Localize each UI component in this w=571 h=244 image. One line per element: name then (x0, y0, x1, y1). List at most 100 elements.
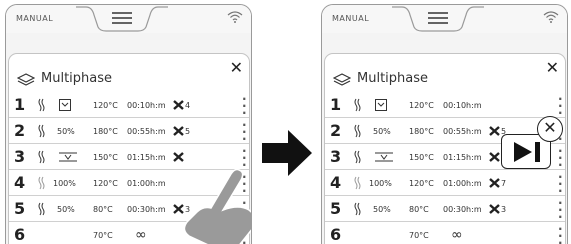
hand-pointer-icon (183, 168, 251, 244)
duration: 01:15h:m (127, 153, 166, 162)
fan-icon (173, 152, 184, 162)
phase-row[interactable]: 5 50% 80°C 00:30h:m 3 ··· (325, 196, 565, 223)
kebab-icon[interactable]: ··· (558, 171, 563, 197)
phase-row[interactable]: 1 120°C 00:10h:m 4 · · · (9, 92, 249, 119)
kebab-icon[interactable]: ··· (558, 145, 563, 171)
temperature: 80°C (93, 205, 113, 214)
temperature: 120°C (409, 179, 434, 188)
phase-row[interactable]: 6 70°C ∞ ··· (325, 222, 565, 244)
temperature: 120°C (93, 101, 118, 110)
fan-speed: 3 (501, 205, 507, 214)
duration: 00:55h:m (443, 127, 482, 136)
temperature: 70°C (93, 231, 113, 240)
duration: 00:55h:m (127, 127, 166, 136)
mode-label: MANUAL (332, 14, 370, 23)
steam-icon (354, 98, 361, 112)
humidity: 50% (57, 205, 75, 214)
card-title: Multiphase (41, 71, 113, 86)
infinity-icon: ∞ (135, 227, 147, 243)
hamburger-icon[interactable] (392, 5, 484, 33)
phase-number: 6 (14, 225, 26, 244)
bottom-heat-icon (375, 99, 387, 111)
duration: 01:00h:m (443, 179, 482, 188)
kebab-icon[interactable]: ··· (242, 119, 247, 145)
multiphase-card: Multiphase ✕ 1 120°C 00:10h:m · · · 2 50% … (324, 53, 566, 244)
temperature: 120°C (409, 101, 434, 110)
temperature: 120°C (93, 179, 118, 188)
wifi-icon (227, 11, 243, 23)
fan-icon (489, 126, 500, 136)
phase-number: 5 (14, 199, 26, 218)
steam-icon (38, 176, 45, 190)
top-bar: MANUAL (322, 5, 567, 33)
fan-icon (489, 152, 500, 162)
infinity-icon: ∞ (451, 227, 463, 243)
steam-icon (354, 150, 361, 164)
steam-icon (354, 124, 361, 138)
screen-after: MANUAL Multiphase ✕ 1 120°C 00:10h:m · ·… (321, 4, 568, 244)
duration: 00:30h:m (127, 205, 166, 214)
duration: 00:30h:m (443, 205, 482, 214)
layers-icon (333, 73, 351, 86)
phase-number: 4 (330, 173, 342, 192)
duration: 01:15h:m (443, 153, 482, 162)
fan-icon (489, 204, 500, 214)
humidity: 50% (57, 127, 75, 136)
steam-icon (38, 202, 45, 216)
underfloor-heat-icon (59, 152, 77, 162)
steam-icon (38, 124, 45, 138)
steam-icon (354, 202, 361, 216)
temperature: 180°C (93, 127, 118, 136)
skip-next-icon (514, 142, 540, 162)
fan-speed: 7 (501, 179, 507, 188)
temperature: 180°C (409, 127, 434, 136)
close-icon[interactable]: ✕ (230, 60, 243, 76)
hamburger-icon[interactable] (76, 5, 168, 33)
kebab-icon[interactable]: ··· (558, 223, 563, 244)
bottom-heat-icon (59, 99, 71, 111)
phase-number: 2 (14, 121, 26, 140)
phase-number: 4 (14, 173, 26, 192)
right-arrow-icon (262, 130, 312, 176)
phase-number: 1 (14, 95, 26, 114)
temperature: 80°C (409, 205, 429, 214)
duration: 00:10h:m (443, 101, 482, 110)
kebab-icon[interactable]: ··· (558, 93, 563, 119)
phase-number: 6 (330, 225, 342, 244)
screen-before: MANUAL Multiphase ✕ 1 120°C 00:10h:m 4 ·… (5, 4, 252, 244)
humidity: 100% (369, 179, 392, 188)
phase-row[interactable]: 1 120°C 00:10h:m · · · (325, 92, 565, 119)
fan-speed: 5 (185, 127, 191, 136)
close-icon[interactable]: ✕ (546, 60, 559, 76)
temperature: 150°C (409, 153, 434, 162)
phase-number: 3 (330, 147, 342, 166)
steam-icon (38, 98, 45, 112)
phase-row[interactable]: 2 50% 180°C 00:55h:m 5 ··· (9, 118, 249, 145)
mode-label: MANUAL (16, 14, 54, 23)
steam-icon (354, 176, 361, 190)
top-bar: MANUAL (6, 5, 251, 33)
fan-icon (173, 126, 184, 136)
fan-icon (489, 178, 500, 188)
duration: 00:10h:m (127, 101, 166, 110)
phase-number: 2 (330, 121, 342, 140)
phase-number: 1 (330, 95, 342, 114)
steam-icon (38, 150, 45, 164)
temperature: 70°C (409, 231, 429, 240)
underfloor-heat-icon (375, 152, 393, 162)
layers-icon (17, 73, 35, 86)
duration: 01:00h:m (127, 179, 166, 188)
multiphase-card: Multiphase ✕ 1 120°C 00:10h:m 4 · · · 2 50… (8, 53, 251, 244)
humidity: 50% (373, 127, 391, 136)
humidity: 50% (373, 205, 391, 214)
kebab-icon[interactable]: ··· (558, 197, 563, 223)
wifi-icon (543, 11, 559, 23)
card-title: Multiphase (357, 71, 429, 86)
kebab-icon[interactable]: ··· (242, 93, 247, 119)
humidity: 100% (53, 179, 76, 188)
fan-icon (173, 100, 184, 110)
fan-speed: 4 (185, 101, 191, 110)
phase-row[interactable]: 4 100% 120°C 01:00h:m 7 · · · (325, 170, 565, 197)
popover-close-icon[interactable]: ✕ (537, 116, 563, 142)
phase-number: 5 (330, 199, 342, 218)
